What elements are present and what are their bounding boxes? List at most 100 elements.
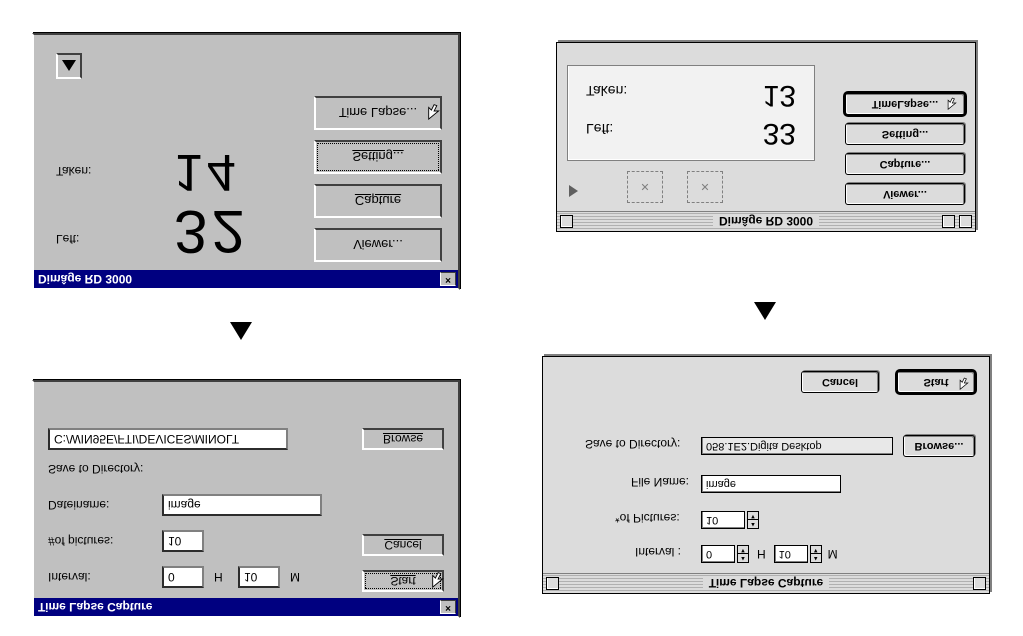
taken-label: Taken: bbox=[586, 83, 627, 99]
start-button-label: Start bbox=[390, 574, 415, 588]
dateiname-input[interactable]: image bbox=[162, 494, 322, 516]
mac-viewer-button-label: Viewer... bbox=[883, 188, 927, 200]
mac-collapse-box[interactable] bbox=[973, 577, 986, 590]
interval-minutes-input[interactable]: 10 bbox=[238, 566, 280, 588]
interval-minutes-input[interactable]: 10 bbox=[774, 545, 808, 563]
window-dimage-rd-3000: Dimâge RD 3000 × Left: 32 Taken: 14 View… bbox=[32, 33, 460, 290]
pictures-value: 10 bbox=[168, 534, 181, 548]
mac-timelapse-button-label: TimeLapse... bbox=[872, 98, 938, 110]
left-value: 33 bbox=[763, 116, 796, 150]
cursor-pointer-icon bbox=[430, 570, 448, 588]
mac-titlebar: Dimâge RD 3000 bbox=[557, 211, 975, 231]
dialog-title: Time Lapse Capture bbox=[38, 600, 152, 614]
close-button[interactable]: × bbox=[440, 600, 456, 614]
time-lapse-button-label: Time Lapse... bbox=[339, 106, 417, 121]
cancel-button[interactable]: Cancel bbox=[362, 534, 444, 556]
pictures-label: #of pictures: bbox=[48, 534, 113, 548]
mac-close-box[interactable] bbox=[560, 215, 573, 228]
hours-unit: H bbox=[757, 547, 766, 561]
setting-button[interactable]: Setting... bbox=[314, 140, 442, 174]
mac-dialog-title: Time Lapse Capture bbox=[703, 577, 829, 591]
mac-cancel-button[interactable]: Cancel bbox=[801, 371, 879, 393]
thumbnail-placeholder: ✕ bbox=[687, 171, 723, 203]
save-directory-value: 058.1E2.Digita Desktop bbox=[706, 440, 822, 452]
dialog-time-lapse-capture: Time Lapse Capture × Interval: 0 H 10 M … bbox=[32, 380, 460, 618]
mac-zoom-box[interactable] bbox=[942, 215, 955, 228]
interval-label: Interval : bbox=[635, 545, 681, 559]
browse-button[interactable]: Browse bbox=[362, 428, 444, 450]
dateiname-value: image bbox=[168, 498, 201, 512]
mac-window-dimage-rd-3000: Dimâge RD 3000 Left: 33 Taken: 13 ✕ ✕ Vi… bbox=[556, 42, 976, 232]
dateiname-label: Dateiname: bbox=[48, 498, 109, 512]
mac-capture-button[interactable]: Capture... bbox=[845, 153, 965, 175]
mac-browse-button-label: Browse... bbox=[915, 440, 964, 452]
cancel-button-label: Cancel bbox=[384, 538, 421, 552]
mac-start-button[interactable]: Start bbox=[897, 371, 975, 393]
save-directory-value: C:/WIN95E/FTI/DEVICES/MINOLT bbox=[54, 432, 239, 446]
viewer-button-label: Viewer... bbox=[353, 238, 403, 253]
filename-value: image bbox=[706, 478, 736, 490]
titlebar: Time Lapse Capture × bbox=[34, 598, 458, 616]
mac-setting-button[interactable]: Setting... bbox=[845, 123, 965, 145]
left-label: Left: bbox=[586, 121, 613, 137]
disclosure-triangle-icon[interactable] bbox=[569, 185, 578, 197]
mac-close-box[interactable] bbox=[546, 577, 559, 590]
taken-value: 14 bbox=[174, 142, 240, 202]
filename-input[interactable]: image bbox=[701, 475, 841, 493]
save-directory-label: Save to Directory: bbox=[585, 437, 680, 451]
mac-browse-button[interactable]: Browse... bbox=[903, 435, 975, 457]
cursor-pointer-icon bbox=[958, 373, 972, 390]
interval-minutes-value: 10 bbox=[779, 548, 791, 560]
save-directory-label: Save to Directory: bbox=[48, 462, 143, 476]
mac-titlebar: Time Lapse Capture bbox=[543, 573, 989, 593]
stats-panel: Left: 33 Taken: 13 bbox=[567, 65, 815, 161]
capture-button[interactable]: Capture bbox=[314, 184, 442, 218]
pictures-input[interactable]: 10 bbox=[701, 511, 745, 529]
interval-hours-value: 0 bbox=[168, 570, 175, 584]
mac-start-button-label: Start bbox=[923, 376, 948, 388]
arrow-up-icon bbox=[230, 322, 252, 340]
left-label: Left: bbox=[56, 232, 79, 246]
cursor-pointer-icon bbox=[426, 102, 444, 120]
taken-label: Taken: bbox=[56, 164, 91, 178]
arrow-up-icon bbox=[754, 302, 776, 320]
triangle-up-icon bbox=[62, 61, 76, 72]
mac-viewer-button[interactable]: Viewer... bbox=[845, 183, 965, 205]
interval-minutes-stepper[interactable]: ▲▼ bbox=[810, 545, 822, 563]
cursor-pointer-icon bbox=[946, 93, 960, 110]
time-lapse-button[interactable]: Time Lapse... bbox=[314, 96, 442, 130]
mac-dialog-time-lapse-capture: Time Lapse Capture Interval : 0 ▲▼ H 10 … bbox=[542, 356, 990, 594]
filename-label: File Name: bbox=[631, 475, 689, 489]
mac-window-title: Dimâge RD 3000 bbox=[713, 215, 819, 229]
collapse-toggle-button[interactable] bbox=[56, 53, 82, 79]
mac-setting-button-label: Setting... bbox=[882, 128, 928, 140]
taken-value: 13 bbox=[763, 78, 796, 112]
pictures-stepper[interactable]: ▲▼ bbox=[747, 511, 759, 529]
hours-unit: H bbox=[214, 570, 223, 584]
mac-cancel-button-label: Cancel bbox=[822, 376, 858, 388]
mac-capture-button-label: Capture... bbox=[880, 158, 931, 170]
save-directory-input[interactable]: C:/WIN95E/FTI/DEVICES/MINOLT bbox=[48, 428, 288, 450]
interval-hours-input[interactable]: 0 bbox=[162, 566, 204, 588]
save-directory-display: 058.1E2.Digita Desktop bbox=[701, 437, 893, 455]
pictures-input[interactable]: 10 bbox=[162, 530, 204, 552]
left-value: 32 bbox=[174, 197, 249, 266]
minutes-unit: M bbox=[828, 547, 838, 561]
window-title: Dimâge RD 3000 bbox=[38, 272, 132, 286]
interval-hours-stepper[interactable]: ▲▼ bbox=[737, 545, 749, 563]
mac-timelapse-button[interactable]: TimeLapse... bbox=[845, 93, 965, 115]
mac-collapse-box[interactable] bbox=[959, 215, 972, 228]
start-button[interactable]: Start bbox=[362, 570, 444, 592]
interval-minutes-value: 10 bbox=[244, 570, 257, 584]
interval-hours-value: 0 bbox=[706, 548, 712, 560]
browse-button-label: Browse bbox=[383, 432, 423, 446]
minutes-unit: M bbox=[290, 570, 300, 584]
pictures-value: 10 bbox=[706, 514, 718, 526]
close-button[interactable]: × bbox=[440, 272, 456, 286]
viewer-button[interactable]: Viewer... bbox=[314, 228, 442, 262]
interval-label: Interval: bbox=[48, 570, 91, 584]
thumbnail-placeholder: ✕ bbox=[627, 171, 663, 203]
interval-hours-input[interactable]: 0 bbox=[701, 545, 735, 563]
pictures-label: *of Pictures: bbox=[615, 511, 680, 525]
setting-button-label: Setting... bbox=[352, 150, 403, 165]
